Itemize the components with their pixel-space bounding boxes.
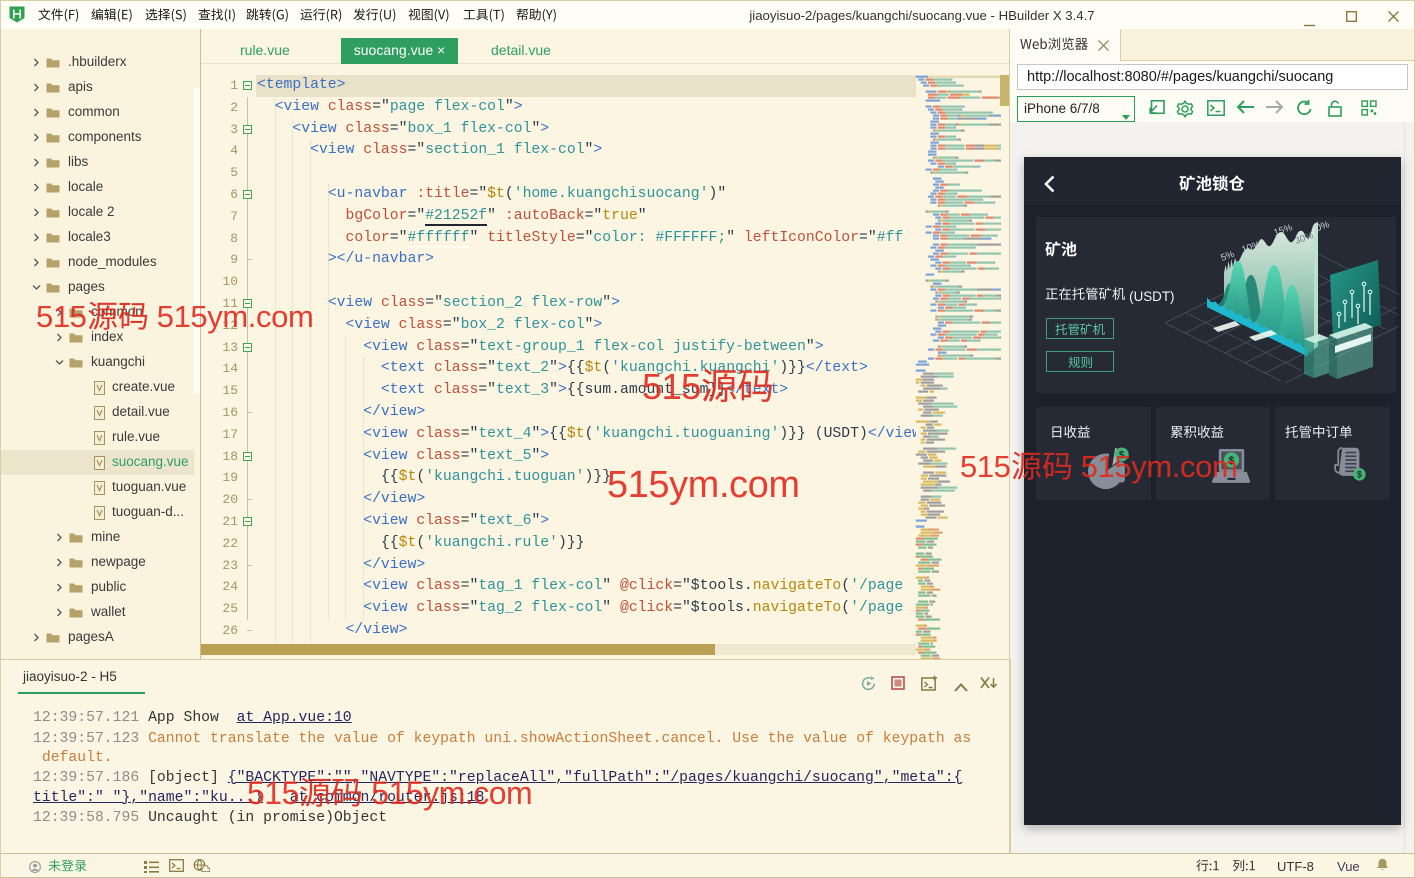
svg-text:5%: 5% [1219, 249, 1236, 264]
svg-text:$: $ [1357, 470, 1362, 480]
svg-text:40%: 40% [1309, 219, 1331, 236]
